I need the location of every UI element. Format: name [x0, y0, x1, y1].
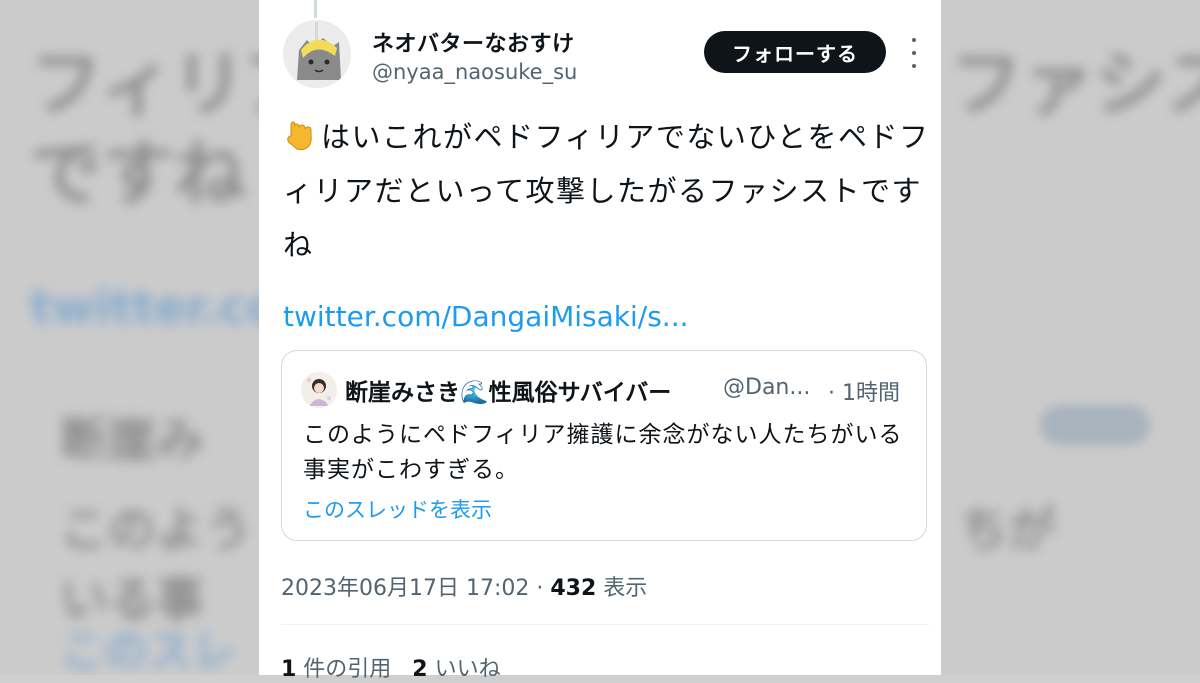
bg-ghost-text: このよう: [60, 502, 253, 558]
engagement-stats: 1 件の引用 2 いいね: [281, 651, 501, 683]
bg-ghost-text: ファシスト: [950, 42, 1200, 126]
bg-ghost-text: このスレ: [60, 626, 236, 675]
quotes-label[interactable]: 件の引用: [296, 657, 391, 682]
show-thread-link[interactable]: このスレッドを表示: [303, 494, 492, 524]
timestamp[interactable]: 2023年06月17日 17:02 ·: [281, 576, 550, 601]
likes-label[interactable]: いいね: [428, 657, 501, 682]
pointing-down-finger-icon: [287, 121, 312, 151]
more-options-icon[interactable]: [906, 38, 922, 68]
bg-ghost-text: 断崖み: [60, 412, 205, 468]
cat-avatar-icon[interactable]: [283, 20, 351, 88]
divider: [281, 624, 929, 625]
quoted-avatar-icon[interactable]: [301, 372, 337, 408]
bg-ghost-text: ちが: [960, 502, 1057, 558]
quoted-text: このようにペドフィリア擁護に余念がない人たちがいる事実がこわすぎる。: [303, 422, 903, 483]
bg-ghost-pill: [1040, 405, 1150, 445]
quoted-display-name: 断崖みさき🌊性風俗サバイバー: [345, 380, 672, 406]
tweet-link[interactable]: twitter.com/DangaiMisaki/s...: [283, 300, 689, 333]
tweet-text: はいこれがペドフィリアでないひとをペドフィリアだといって攻撃したがるファシストで…: [283, 120, 930, 262]
follow-button[interactable]: フォローする: [704, 31, 886, 73]
tweet-meta: 2023年06月17日 17:02 · 432 表示: [281, 570, 647, 602]
thread-connector-line: [314, 0, 317, 18]
bg-ghost-text: ですね: [30, 132, 247, 216]
quoted-time: · 1時間: [828, 381, 900, 406]
views-count: 432: [550, 576, 597, 601]
quotes-count[interactable]: 1: [281, 657, 296, 682]
tweet-body: はいこれがペドフィリアでないひとをペドフィリアだといって攻撃したがるファシストで…: [283, 110, 933, 272]
quoted-handle: @Dan...: [723, 375, 811, 400]
views-label: 表示: [596, 576, 648, 601]
author-display-name[interactable]: ネオバターなおすけ: [372, 26, 575, 58]
author-handle[interactable]: @nyaa_naosuke_su: [372, 60, 577, 84]
likes-count[interactable]: 2: [412, 657, 427, 682]
